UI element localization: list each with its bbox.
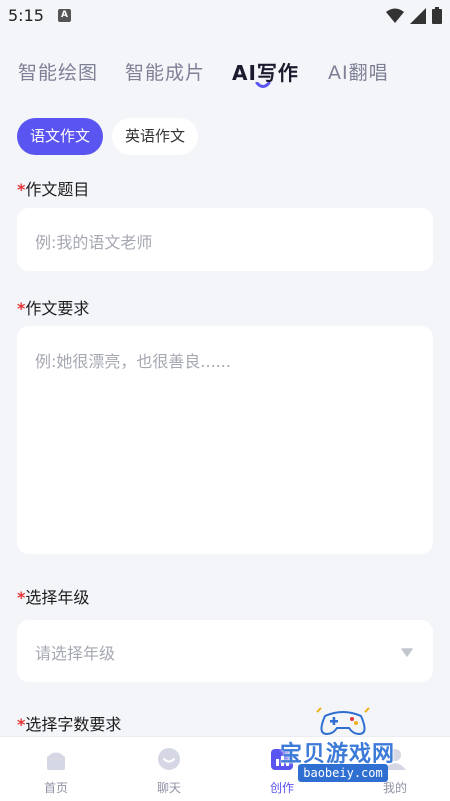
essay-requirement-placeholder: 例:她很漂亮，也很善良......	[35, 352, 231, 371]
essay-title-label: *作文题目	[17, 176, 89, 200]
tab-ai-cover[interactable]: AI翻唱	[328, 58, 389, 85]
nav-chat-label: 聊天	[156, 781, 181, 795]
essay-requirement-label: *作文要求	[17, 295, 89, 319]
watermark: 宝贝游戏网 baobeiy.com	[268, 706, 428, 786]
status-notification-icon: A	[58, 9, 71, 22]
chevron-down-icon	[401, 648, 413, 657]
top-tabs: 智能绘图 智能成片 AI写作 AI翻唱	[0, 52, 450, 102]
tab-smart-drawing[interactable]: 智能绘图	[18, 58, 98, 85]
wifi-icon	[386, 8, 404, 23]
grade-select[interactable]: 请选择年级	[17, 620, 433, 682]
grade-label-text: 选择年级	[25, 588, 90, 607]
nav-home[interactable]: 首页	[16, 737, 96, 801]
essay-requirement-label-text: 作文要求	[25, 299, 90, 318]
home-icon	[47, 752, 65, 770]
nav-chat[interactable]: 聊天	[129, 737, 209, 801]
grade-placeholder: 请选择年级	[35, 644, 116, 663]
subtab-english-essay[interactable]: 英语作文	[112, 118, 198, 155]
status-bar: 5:15 A	[0, 0, 450, 32]
word-count-label-text: 选择字数要求	[25, 715, 122, 734]
subtab-chinese-essay[interactable]: 语文作文	[17, 118, 103, 155]
essay-title-label-text: 作文题目	[25, 180, 90, 199]
status-icons	[386, 7, 442, 24]
nav-home-label: 首页	[43, 781, 68, 795]
battery-icon	[432, 7, 442, 24]
essay-requirement-textarea[interactable]: 例:她很漂亮，也很善良......	[17, 326, 433, 554]
essay-title-input[interactable]: 例:我的语文老师	[17, 208, 433, 271]
signal-icon	[410, 7, 426, 24]
word-count-label: *选择字数要求	[17, 711, 121, 735]
watermark-url: baobeiy.com	[298, 764, 388, 782]
chat-icon	[158, 748, 180, 770]
active-tab-indicator	[255, 82, 271, 88]
essay-title-placeholder: 例:我的语文老师	[35, 233, 153, 252]
grade-label: *选择年级	[17, 584, 89, 608]
tab-smart-video[interactable]: 智能成片	[125, 58, 205, 85]
status-time: 5:15	[8, 6, 44, 25]
gamepad-icon	[316, 707, 370, 736]
